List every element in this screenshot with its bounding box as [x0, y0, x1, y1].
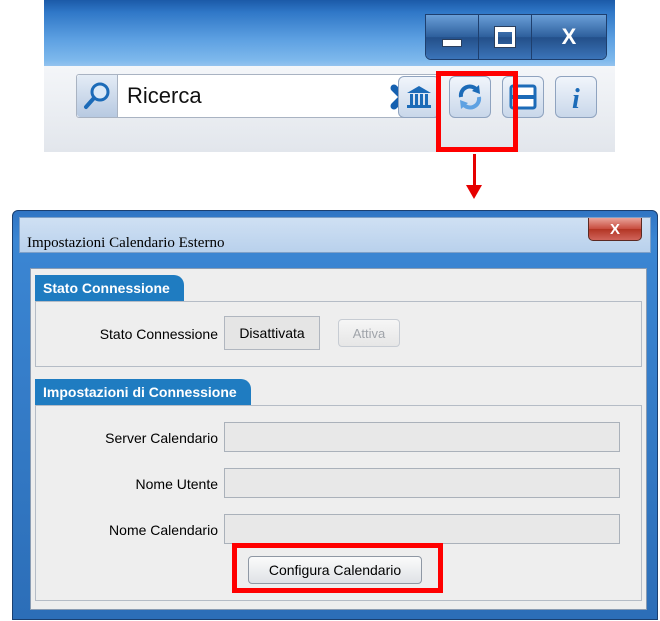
toolbar: Ricerca i: [44, 66, 615, 152]
section-tab-settings: Impostazioni di Connessione: [35, 379, 251, 405]
minimize-icon: [442, 39, 462, 47]
calendar-name-input[interactable]: [224, 514, 620, 544]
app-toolbar-crop: X Ricerca i: [44, 0, 615, 152]
dialog-title: Impostazioni Calendario Esterno: [27, 235, 225, 251]
minimize-button[interactable]: [426, 15, 479, 59]
close-icon: X: [561, 24, 577, 49]
section-tab-status: Stato Connessione: [35, 275, 184, 301]
activate-button[interactable]: Attiva: [338, 319, 400, 347]
dialog-close-button[interactable]: X: [588, 218, 642, 241]
calendar-name-label: Nome Calendario: [109, 522, 218, 538]
search-icon: [84, 82, 110, 109]
server-label: Server Calendario: [105, 430, 218, 446]
arrow-line: [473, 154, 476, 187]
info-button[interactable]: i: [555, 76, 597, 118]
status-panel: Stato Connessione Disattivata Attiva: [35, 301, 642, 367]
bank-button[interactable]: [398, 76, 440, 118]
maximize-icon: [494, 26, 516, 48]
close-icon: X: [609, 220, 620, 238]
search-button[interactable]: [77, 75, 118, 117]
configure-button-highlight: [232, 543, 443, 593]
window-controls: X: [425, 14, 607, 60]
window-close-button[interactable]: X: [532, 15, 606, 59]
search-field[interactable]: Ricerca: [76, 74, 441, 118]
search-input[interactable]: Ricerca: [127, 83, 202, 109]
sync-button-highlight: [436, 71, 518, 152]
svg-text:i: i: [572, 84, 580, 112]
status-label: Stato Connessione: [99, 326, 218, 342]
username-label: Nome Utente: [135, 476, 218, 492]
maximize-button[interactable]: [479, 15, 532, 59]
username-input[interactable]: [224, 468, 620, 498]
settings-dialog: X Impostazioni Calendario Esterno Stato …: [12, 210, 658, 620]
server-input[interactable]: [224, 422, 620, 452]
status-value: Disattivata: [224, 316, 320, 350]
bank-icon: [407, 86, 431, 108]
arrow-head-icon: [466, 185, 482, 199]
info-icon: i: [572, 84, 580, 112]
